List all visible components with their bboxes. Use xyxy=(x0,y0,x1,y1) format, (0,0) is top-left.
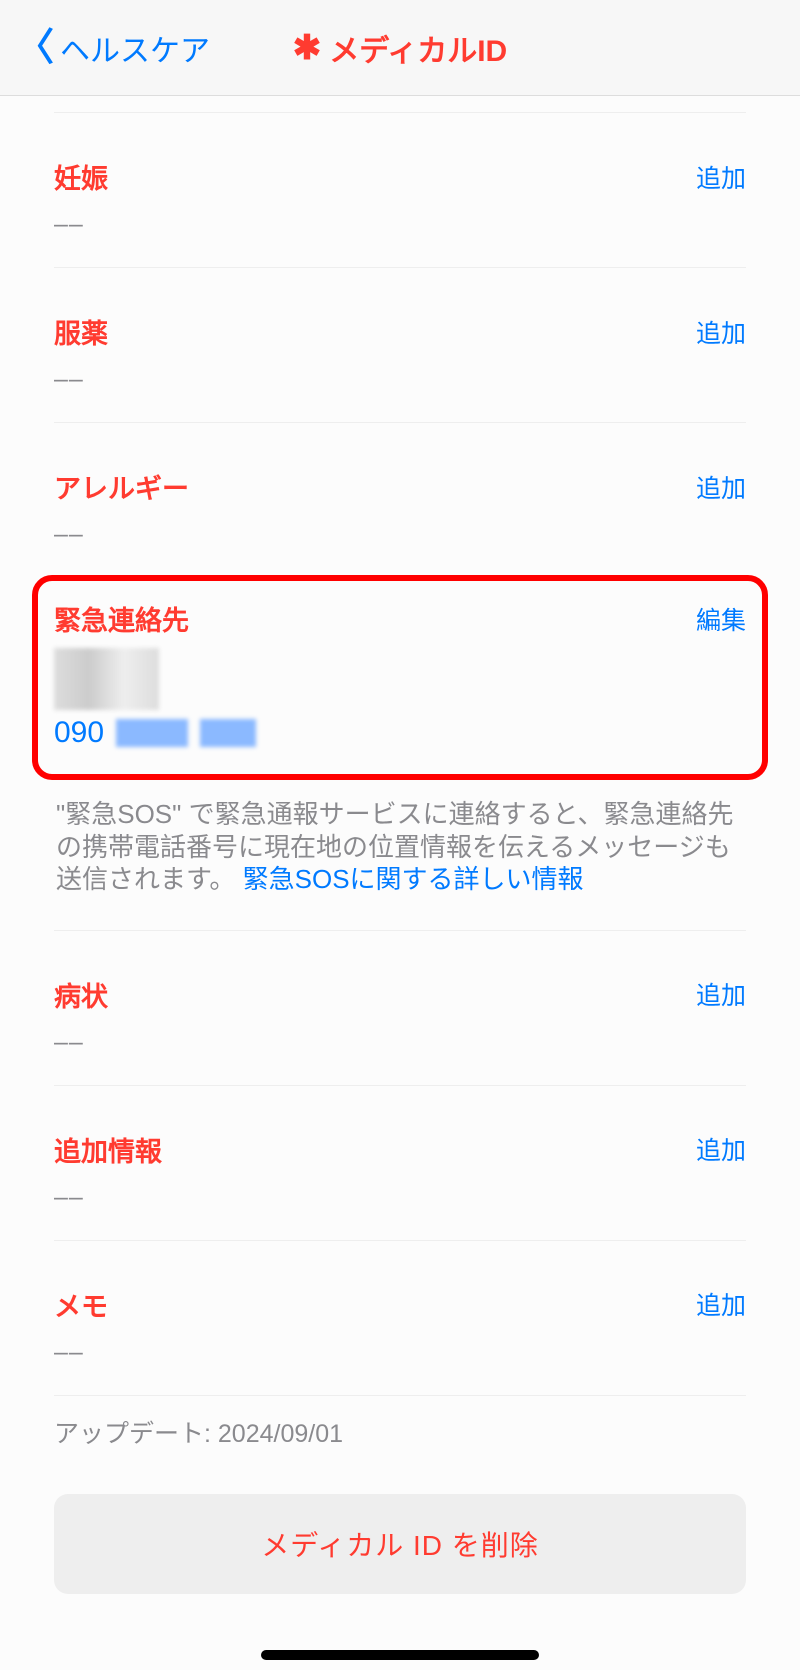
section-title: メモ xyxy=(54,1285,108,1324)
asterisk-icon: ✱ xyxy=(293,31,322,65)
section-title: 緊急連絡先 xyxy=(54,599,189,638)
section-title: 病状 xyxy=(54,975,108,1014)
back-label: ヘルスケア xyxy=(60,26,210,70)
section-title: 服薬 xyxy=(54,312,108,351)
section-title: 追加情報 xyxy=(54,1130,162,1169)
section-title: 妊娠 xyxy=(54,157,108,196)
content: 妊娠 追加 –– 服薬 追加 –– アレルギー 追加 –– 緊急連絡先 編集 0… xyxy=(0,96,800,1594)
section-value: –– xyxy=(54,1338,746,1367)
section-value: –– xyxy=(54,520,746,549)
section-value: –– xyxy=(54,1028,746,1057)
header: 〈 ヘルスケア ✱ メディカルID xyxy=(0,0,800,96)
home-indicator[interactable] xyxy=(261,1650,539,1660)
section-condition: 病状 追加 –– xyxy=(54,931,746,1086)
section-memo: メモ 追加 –– xyxy=(54,1241,746,1396)
section-pregnancy: 妊娠 追加 –– xyxy=(54,113,746,268)
add-button-memo[interactable]: 追加 xyxy=(696,1286,746,1322)
emergency-contact-highlight: 緊急連絡先 編集 090 xyxy=(32,575,768,780)
section-value: –– xyxy=(54,210,746,239)
back-button[interactable]: 〈 ヘルスケア xyxy=(16,26,210,70)
chevron-left-icon: 〈 xyxy=(16,29,54,67)
edit-button-emergency[interactable]: 編集 xyxy=(696,601,746,637)
sos-info-section: "緊急SOS" で緊急通報サービスに連絡すると、緊急連絡先の携帯電話番号に現在地… xyxy=(54,798,746,931)
update-date: アップデート: 2024/09/01 xyxy=(54,1396,746,1494)
section-value: –– xyxy=(54,365,746,394)
section-allergy: アレルギー 追加 –– xyxy=(54,423,746,565)
phone-part-redacted xyxy=(200,719,256,747)
section-value: –– xyxy=(54,1183,746,1212)
contact-name-redacted xyxy=(54,648,159,710)
phone-prefix: 090 xyxy=(54,716,104,750)
add-button-additional[interactable]: 追加 xyxy=(696,1131,746,1167)
sos-info-text: "緊急SOS" で緊急通報サービスに連絡すると、緊急連絡先の携帯電話番号に現在地… xyxy=(54,798,746,896)
page-title: メディカルID xyxy=(329,26,507,70)
add-button-medication[interactable]: 追加 xyxy=(696,314,746,350)
sos-info-link[interactable]: 緊急SOSに関する詳しい情報 xyxy=(243,864,584,894)
section-medication: 服薬 追加 –– xyxy=(54,268,746,423)
delete-medical-id-button[interactable]: メディカル ID を削除 xyxy=(54,1494,746,1594)
section-additional-info: 追加情報 追加 –– xyxy=(54,1086,746,1241)
header-title: ✱ メディカルID xyxy=(293,26,507,70)
phone-part-redacted xyxy=(116,719,188,747)
add-button-condition[interactable]: 追加 xyxy=(696,976,746,1012)
section-title: アレルギー xyxy=(54,467,189,506)
add-button-pregnancy[interactable]: 追加 xyxy=(696,159,746,195)
add-button-allergy[interactable]: 追加 xyxy=(696,469,746,505)
contact-phone[interactable]: 090 xyxy=(54,716,746,750)
